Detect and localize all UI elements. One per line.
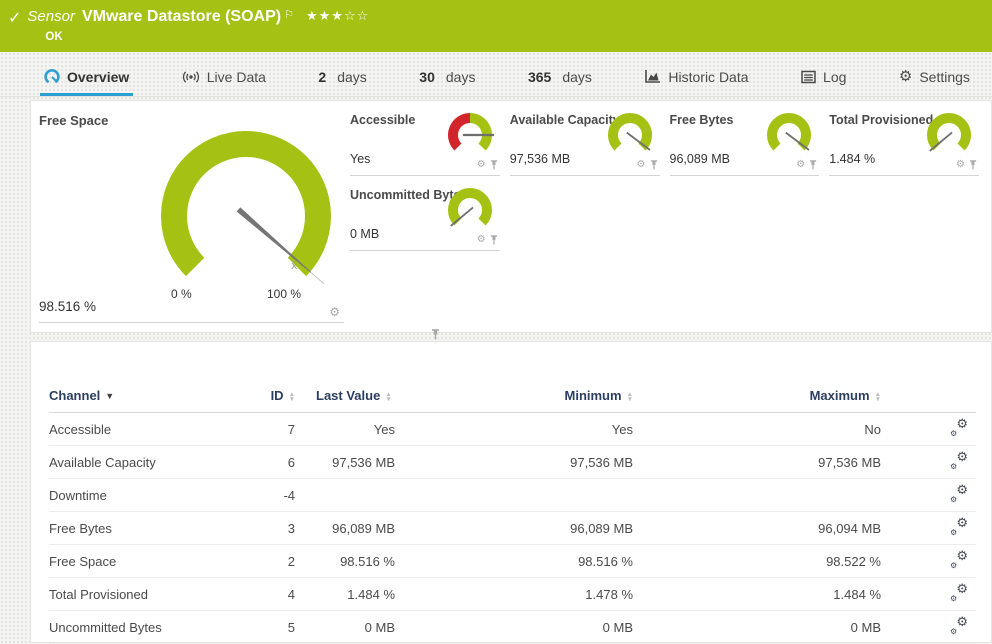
gauge-tile-total-provisioned: Total Provisioned 1.484 % ⚙: [829, 101, 979, 176]
pin-icon[interactable]: [431, 329, 440, 340]
tab-historic-data[interactable]: Historic Data: [640, 60, 752, 96]
pin-icon[interactable]: [809, 160, 817, 170]
gauge-tile-accessible: Accessible Yes ⚙: [350, 101, 500, 176]
column-header-minimum[interactable]: Minimum▲▼: [395, 384, 633, 413]
tab-overview[interactable]: Overview: [40, 60, 133, 96]
sort-desc-icon: ▼: [105, 391, 114, 401]
channel-name: Free Bytes: [49, 512, 231, 545]
tab-30-days[interactable]: 30 days: [415, 60, 479, 96]
column-header-id[interactable]: ID▲▼: [231, 384, 295, 413]
tab-log[interactable]: Log: [797, 60, 850, 96]
channel-settings-icon[interactable]: ⚙⚙: [950, 617, 968, 635]
channel-name: Free Space: [49, 545, 231, 578]
gauge-scale-max: 100 %: [267, 287, 301, 301]
sort-icon: ▲▼: [385, 392, 391, 402]
gauge-icon: [44, 69, 60, 85]
status-badge: OK: [45, 31, 369, 43]
pin-icon[interactable]: [490, 160, 498, 170]
overview-gauges-panel: Free Space x̄ 0 % 100 % 98.516 % ⚙ Acces…: [30, 100, 992, 333]
gauge-scale-min: 0 %: [171, 287, 192, 301]
sort-icon: ▲▼: [289, 392, 295, 402]
accessible-gauge: [442, 111, 498, 161]
free-bytes-gauge: [761, 111, 817, 161]
channel-settings-icon[interactable]: ⚙⚙: [950, 452, 968, 470]
broadcast-icon: [182, 69, 200, 85]
edit-channel-gear-icon[interactable]: ⚙: [477, 160, 486, 170]
edit-channel-gear-icon[interactable]: ⚙: [637, 160, 646, 170]
total-provisioned-gauge: [921, 111, 977, 161]
table-row: Free Space 2 98.516 % 98.516 % 98.522 % …: [49, 545, 976, 578]
table-row: Downtime -4 ⚙⚙: [49, 479, 976, 512]
channel-settings-icon[interactable]: ⚙⚙: [950, 485, 968, 503]
small-gauges-grid: Accessible Yes ⚙ Available Capacity: [344, 101, 991, 332]
priority-flag-icon[interactable]: ⚐: [284, 5, 294, 25]
table-row: Total Provisioned 4 1.484 % 1.478 % 1.48…: [49, 578, 976, 611]
tab-settings[interactable]: ⚙ Settings: [895, 60, 974, 96]
sensor-header: ✓ Sensor VMware Datastore (SOAP) ⚐ ★★★☆☆…: [0, 0, 992, 52]
channel-settings-icon[interactable]: ⚙⚙: [950, 551, 968, 569]
gauge-value: 98.516 %: [39, 299, 96, 314]
gauge-tile-free-space: Free Space x̄ 0 % 100 % 98.516 % ⚙: [39, 101, 344, 323]
table-row: Free Bytes 3 96,089 MB 96,089 MB 96,094 …: [49, 512, 976, 545]
gear-icon: ⚙: [899, 69, 912, 84]
edit-channel-gear-icon[interactable]: ⚙: [796, 160, 805, 170]
sort-icon: ▲▼: [627, 392, 633, 402]
channel-name: Uncommitted Bytes: [49, 611, 231, 644]
table-row: Available Capacity 6 97,536 MB 97,536 MB…: [49, 446, 976, 479]
table-row: Uncommitted Bytes 5 0 MB 0 MB 0 MB ⚙⚙: [49, 611, 976, 644]
table-row: Accessible 7 Yes Yes No ⚙⚙: [49, 413, 976, 446]
channels-table: Channel▼ ID▲▼ Last Value▲▼ Minimum▲▼ Max…: [49, 384, 976, 644]
edit-channel-gear-icon[interactable]: ⚙: [477, 235, 486, 245]
tab-365-days[interactable]: 365 days: [524, 60, 596, 96]
pin-icon[interactable]: [490, 235, 498, 245]
available-capacity-gauge: [602, 111, 658, 161]
channels-table-panel: Channel▼ ID▲▼ Last Value▲▼ Minimum▲▼ Max…: [30, 341, 992, 643]
pin-icon[interactable]: [650, 160, 658, 170]
page-title: VMware Datastore (SOAP): [82, 7, 281, 27]
channel-settings-icon[interactable]: ⚙⚙: [950, 419, 968, 437]
tab-2-days[interactable]: 2 days: [314, 60, 370, 96]
gauge-title: Free Space: [39, 113, 108, 128]
tab-bar: Overview Live Data 2 days 30 days 365 da…: [0, 60, 992, 97]
pin-icon[interactable]: [969, 160, 977, 170]
channel-name: Accessible: [49, 413, 231, 446]
gauge-tile-free-bytes: Free Bytes 96,089 MB ⚙: [670, 101, 820, 176]
gauge-tile-uncommitted-bytes: Uncommitted Bytes 0 MB ⚙: [350, 176, 500, 251]
channel-name: Downtime: [49, 479, 231, 512]
column-header-channel[interactable]: Channel▼: [49, 384, 231, 413]
sort-icon: ▲▼: [875, 392, 881, 402]
object-kind-label: Sensor: [27, 7, 75, 27]
column-header-last-value[interactable]: Last Value▲▼: [295, 384, 395, 413]
free-space-gauge: [141, 124, 351, 294]
gauge-tile-available-capacity: Available Capacity 97,536 MB ⚙: [510, 101, 660, 176]
average-marker: x̄: [291, 259, 298, 272]
column-header-maximum[interactable]: Maximum▲▼: [633, 384, 881, 413]
channel-settings-icon[interactable]: ⚙⚙: [950, 584, 968, 602]
area-chart-icon: [644, 69, 661, 84]
log-icon: [801, 70, 816, 84]
channel-settings-icon[interactable]: ⚙⚙: [950, 518, 968, 536]
star-rating[interactable]: ★★★☆☆: [306, 7, 369, 27]
tab-live-data[interactable]: Live Data: [178, 60, 270, 96]
channel-name: Available Capacity: [49, 446, 231, 479]
channel-name: Total Provisioned: [49, 578, 231, 611]
ok-check-icon: ✓: [8, 8, 21, 27]
edit-channel-gear-icon[interactable]: ⚙: [956, 160, 965, 170]
uncommitted-bytes-gauge: [442, 186, 498, 236]
edit-channel-gear-icon[interactable]: ⚙: [329, 306, 340, 318]
